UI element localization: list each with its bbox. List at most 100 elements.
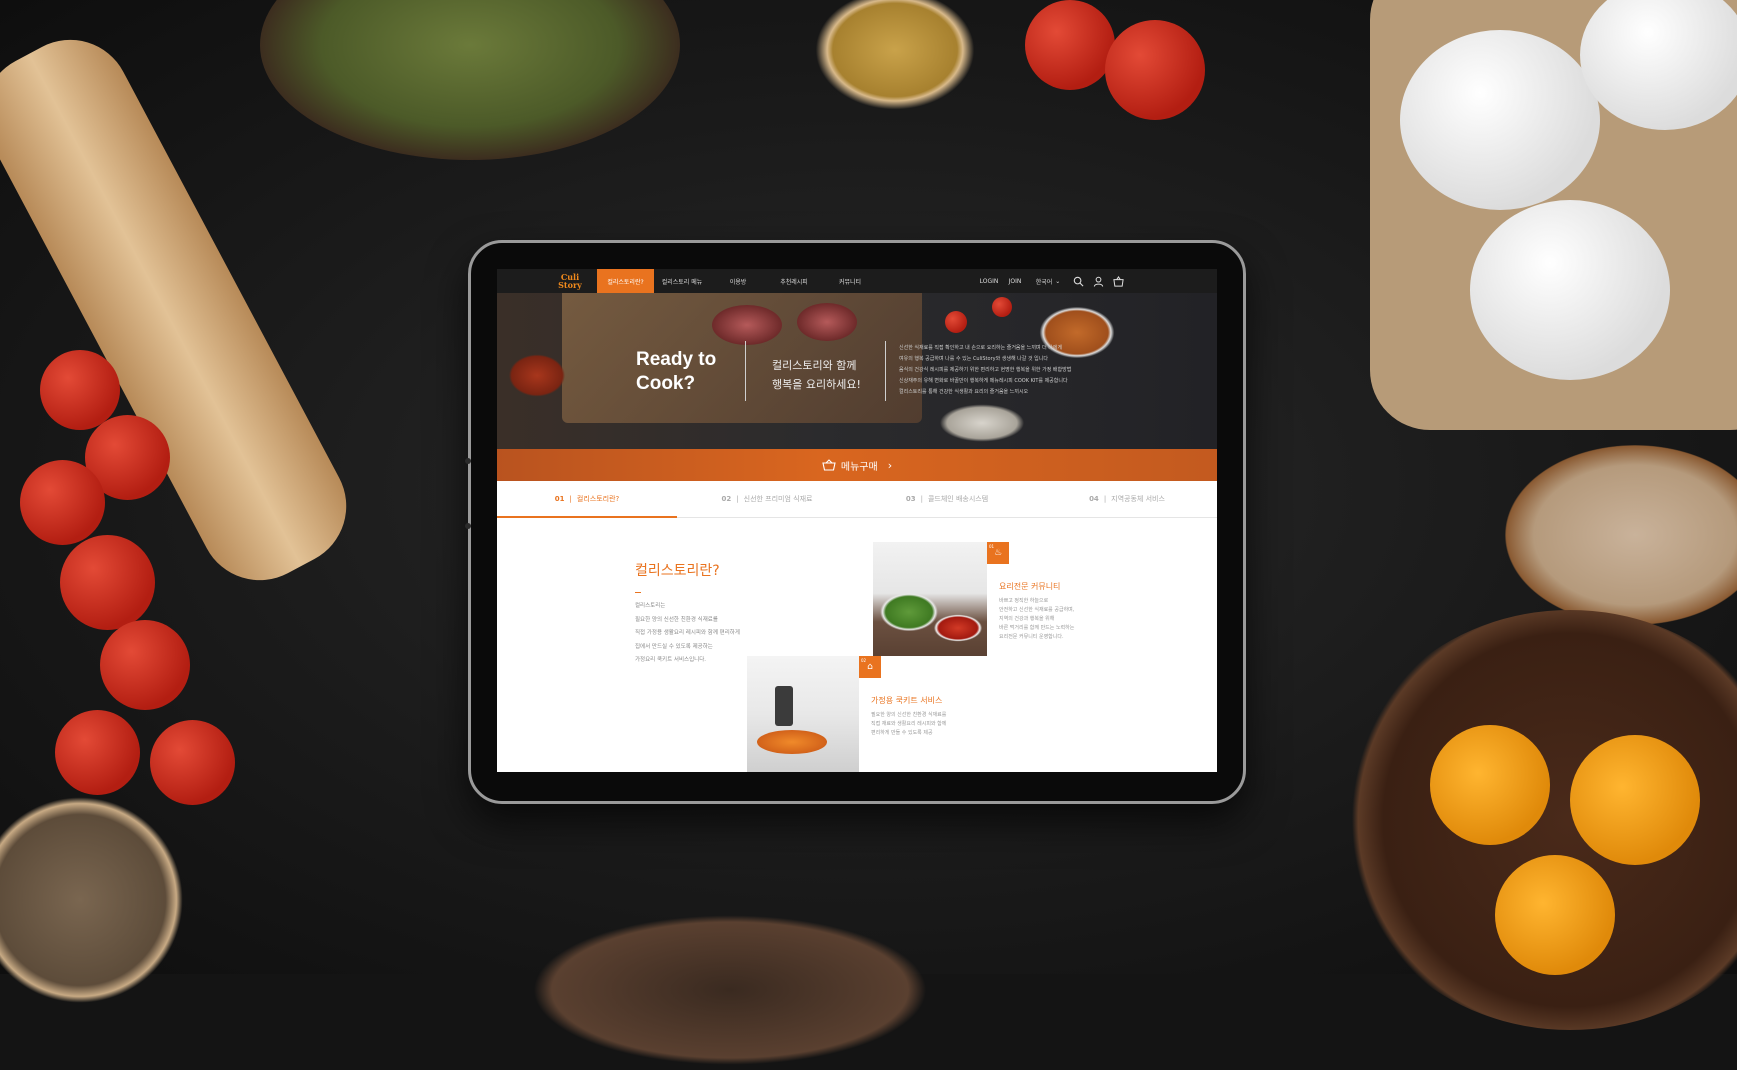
section-title: 컬리스토리란? — [635, 563, 720, 579]
nav-item-menu[interactable]: 컬리스토리 메뉴 — [654, 269, 710, 293]
tab-community-service[interactable]: 04 | 지역공동체 서비스 — [1037, 481, 1217, 517]
section-body-line: 필요한 양의 신선한 친환경 식재료를 — [635, 616, 718, 623]
hero-description-line: 신선한 식재료를 직접 확인하고 내 손으로 요리하는 즐거움을 느끼며 더 나… — [899, 345, 1063, 351]
section-body: 컬리스토리는 필요한 양의 신선한 친환경 식재료를 직접 가정용 생활요리 레… — [635, 600, 740, 668]
cart-icon[interactable] — [1108, 269, 1128, 293]
egg-yolk-decoration — [1570, 735, 1700, 865]
basket-icon — [822, 459, 836, 471]
section-body-line: 컬리스토리는 — [635, 603, 666, 609]
tomato-decoration — [150, 720, 235, 805]
tab-label: 컬리스토리란? — [576, 495, 620, 503]
nav-item-about[interactable]: 컬리스토리란? — [597, 269, 654, 293]
chevron-right-icon: › — [887, 458, 893, 472]
tomato-decoration — [60, 535, 155, 630]
site-logo[interactable]: Culi Story — [552, 273, 588, 289]
feature-text-line: 요리전문 커뮤니티 운영합니다. — [999, 634, 1064, 640]
feature-title: 가정용 쿡키트 서비스 — [871, 696, 943, 705]
tomato-decoration — [1105, 20, 1205, 120]
feature-badge: 01 ♨ — [987, 542, 1009, 564]
hero-banner: Ready to Cook? 컬리스토리와 함께 행복을 요리하세요! 신선한 … — [497, 293, 1217, 449]
hero-subtitle-line: 컬리스토리와 함께 — [772, 359, 857, 372]
feature-text-line: 편리하게 만들 수 있도록 제공 — [871, 730, 933, 736]
title-underline — [635, 592, 641, 593]
carrot-slices-image — [757, 730, 827, 754]
tab-separator: | — [569, 495, 572, 503]
egg-decoration — [1400, 30, 1600, 210]
feature-text-line: 안전하고 신선한 식재료를 공급하며, — [999, 607, 1075, 613]
nav-item-howto[interactable]: 이용방 — [710, 269, 766, 293]
divider — [745, 341, 746, 401]
hero-description-line: 여유의 행복 공급하며 나를 수 있는 CuliStory와 생생해 나갈 것 … — [899, 356, 1048, 362]
tab-label: 콜드체인 배송시스템 — [927, 495, 989, 503]
meat-image — [797, 303, 857, 341]
search-icon[interactable] — [1068, 269, 1088, 293]
join-link[interactable]: JOIN — [1002, 269, 1028, 293]
knife-image — [775, 686, 793, 726]
top-navigation: Culi Story 컬리스토리란? 컬리스토리 메뉴 이용방 추천레시피 커뮤… — [497, 269, 1217, 293]
tomato-decoration — [1025, 0, 1115, 90]
egg-decoration — [1470, 200, 1670, 380]
tab-label: 지역공동체 서비스 — [1111, 495, 1165, 503]
meat-image — [712, 305, 782, 345]
egg-yolk-decoration — [1495, 855, 1615, 975]
hero-subtitle: 컬리스토리와 함께 행복을 요리하세요! — [772, 356, 861, 394]
language-label: 한국어 — [1035, 278, 1053, 286]
hero-title-line: Ready to — [636, 349, 717, 370]
tomato-image — [945, 311, 967, 333]
feature-title: 요리전문 커뮤니티 — [999, 582, 1061, 591]
menu-purchase-bar[interactable]: 메뉴구매 › — [497, 449, 1217, 481]
tablet-camera — [465, 458, 471, 464]
login-link[interactable]: LOGIN — [976, 269, 1002, 293]
tablet-device: Culi Story 컬리스토리란? 컬리스토리 메뉴 이용방 추천레시피 커뮤… — [465, 240, 1246, 804]
tab-number: 02 — [721, 495, 732, 503]
tab-separator: | — [920, 495, 923, 503]
tab-cold-chain[interactable]: 03 | 콜드체인 배송시스템 — [857, 481, 1037, 517]
tab-about[interactable]: 01 | 컬리스토리란? — [497, 481, 677, 518]
feature-text-line: 필요한 양의 신선한 친환경 식재료를 — [871, 712, 947, 718]
bowl-decoration — [520, 910, 940, 1070]
chef-icon: ♨ — [993, 548, 1003, 558]
feature-text-line: 바른 먹거리를 함께 만드는 노력하는 — [999, 625, 1075, 631]
salad-bowl-image — [879, 592, 939, 632]
divider — [885, 341, 886, 401]
tab-number: 04 — [1089, 495, 1099, 503]
hero-description: 신선한 식재료를 직접 확인하고 내 손으로 요리하는 즐거움을 느끼며 더 나… — [899, 343, 1074, 398]
chopping-carrots-photo — [747, 656, 859, 772]
hero-description-line: 음식의 건강식 레시피를 제공하기 위한 편리하고 현명한 행복을 위한 가정 … — [899, 367, 1072, 373]
tablet-camera — [465, 523, 471, 529]
tab-label: 신선한 프리미엄 식재료 — [743, 495, 813, 503]
tomato-bowl-image — [933, 614, 983, 642]
tomato-decoration — [100, 620, 190, 710]
website-screen: Culi Story 컬리스토리란? 컬리스토리 메뉴 이용방 추천레시피 커뮤… — [497, 269, 1217, 772]
chili-flakes-image — [507, 353, 567, 398]
hero-description-line: 신상재주의 유해 변화로 바꿀만이 행복하게 메뉴레시피 COOK KIT를 제… — [899, 378, 1068, 384]
tab-separator: | — [736, 495, 739, 503]
feature-text: 필요한 양의 신선한 친환경 식재료를 직접 재료와 생활요리 레시피와 함께 … — [871, 711, 946, 738]
section-body-line: 직접 가정용 생활요리 레시피와 함께 편리하게 — [635, 630, 740, 636]
home-icon: ⌂ — [867, 662, 873, 672]
garlic-image — [937, 403, 1027, 443]
tomato-decoration — [20, 460, 105, 545]
menu-purchase-label: 메뉴구매 — [840, 461, 878, 473]
tab-number: 03 — [905, 495, 916, 503]
tab-fresh-ingredients[interactable]: 02 | 신선한 프리미엄 식재료 — [677, 481, 857, 517]
feature-badge: 02 ⌂ — [859, 656, 881, 678]
section-body-line: 집에서 만드실 수 있도록 제공하는 — [635, 643, 713, 650]
egg-yolk-decoration — [1430, 725, 1550, 845]
tab-separator: | — [1103, 495, 1107, 503]
hero-subtitle-line: 행복을 요리하세요! — [772, 378, 861, 391]
feature-text-line: 지역의 건강과 행복을 위해 — [999, 616, 1055, 622]
nav-item-community[interactable]: 커뮤니티 — [822, 269, 878, 293]
nav-item-recipes[interactable]: 추천레시피 — [766, 269, 822, 293]
section-body-line: 가정요리 쿡키트 서비스입니다. — [635, 657, 707, 663]
feature-text-line: 바쁘고 정직한 하늘으로 — [999, 598, 1049, 604]
feature-text: 바쁘고 정직한 하늘으로 안전하고 신선한 식재료를 공급하며, 지역의 건강과… — [999, 597, 1074, 642]
hero-title: Ready to Cook? — [636, 348, 716, 396]
hero-description-line: 컬리스토리를 통해 건강한 식생활과 요리의 즐거움을 느끼시오 — [899, 389, 1029, 395]
chevron-down-icon: ⌄ — [1055, 277, 1061, 285]
salad-chef-photo — [873, 542, 987, 656]
language-select[interactable]: 한국어 ⌄ — [1028, 269, 1068, 293]
user-icon[interactable] — [1088, 269, 1108, 293]
tomato-image — [992, 297, 1012, 317]
tomato-decoration — [55, 710, 140, 795]
